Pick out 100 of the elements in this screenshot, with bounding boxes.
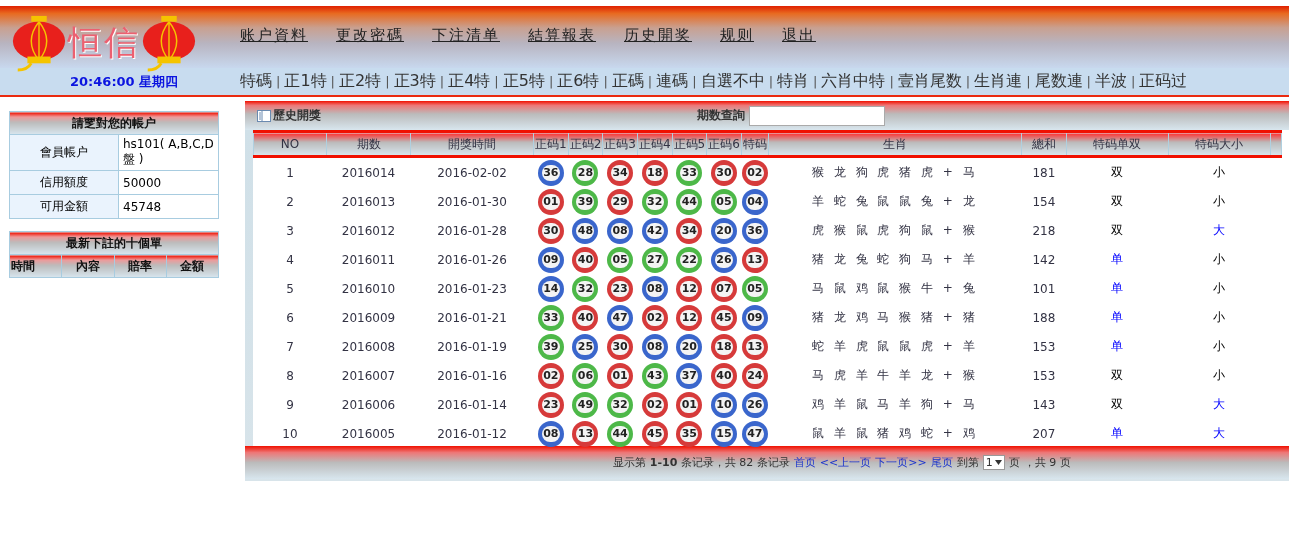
lottery-ball: 14 (537, 275, 564, 302)
table-cell-text: 2016006 (340, 396, 397, 414)
table-cell-text: 小 (1212, 338, 1227, 355)
pager-link[interactable]: <<上一页 (819, 455, 872, 470)
table-cell-text: 双 (1110, 367, 1125, 384)
lottery-ball: 47 (741, 420, 768, 447)
account-title: 請覂對您的帳户 (9, 111, 219, 135)
table-cell-text: 2016012 (340, 222, 397, 240)
table-cell: 猴 龙 狗 虎 猪 虎 + 马 (768, 156, 1022, 187)
table-cell: 马 鼠 鸡 鼠 猴 牛 + 兔 (768, 274, 1022, 303)
separator-text: | (889, 74, 894, 89)
page-select[interactable]: 1 (982, 455, 1005, 470)
category-link[interactable]: 正3特 (393, 71, 436, 92)
page-total: ，共 9 页 (1023, 455, 1071, 470)
table-cell-text: 2016-01-23 (436, 280, 508, 298)
table-cell-text: 双 (1110, 396, 1125, 413)
category-link[interactable]: 正5特 (502, 71, 545, 92)
table-cell-text: 单 (1110, 280, 1125, 297)
table-cell-text: 2016-01-16 (436, 367, 508, 385)
category-link[interactable]: 正1特 (284, 71, 327, 92)
lottery-ball: 39 (537, 333, 564, 360)
category-link[interactable]: 正码过 (1139, 71, 1188, 92)
lottery-ball: 05 (711, 188, 737, 215)
lottery-ball: 40 (711, 362, 737, 389)
lottery-ball: 48 (572, 217, 599, 244)
nav-link[interactable]: 退出 (782, 26, 816, 45)
column-header: NO (253, 131, 327, 157)
category-link[interactable]: 尾数連 (1034, 71, 1083, 92)
lottery-ball: 18 (711, 333, 737, 360)
table-cell: 鸡 羊 鼠 马 羊 狗 + 马 (768, 390, 1022, 419)
pager-link[interactable]: 下一页>> (875, 455, 927, 470)
separator-text: | (603, 74, 608, 89)
nav-link[interactable]: 結算報表 (528, 26, 596, 45)
category-link[interactable]: 六肖中特 (821, 71, 886, 92)
pager-link[interactable]: 尾页 (930, 455, 953, 470)
lottery-ball: 45 (711, 304, 737, 331)
column-header: 正码1 (533, 131, 569, 157)
table-cell: 1 (253, 156, 327, 187)
category-link[interactable]: 特碼 (240, 71, 272, 92)
column-header: 正码5 (672, 131, 707, 157)
separator-text: | (548, 74, 554, 89)
table-cell-text: 单 (1110, 425, 1125, 442)
column-header: 正码3 (602, 131, 638, 157)
account-label: 會員帳户 (9, 134, 119, 171)
lottery-ball: 36 (537, 159, 564, 186)
table-cell-text: 2016-01-30 (436, 193, 508, 211)
lottery-ball: 01 (537, 188, 564, 215)
lottery-ball: 15 (711, 420, 737, 447)
nav-link[interactable]: 历史開奖 (624, 26, 692, 45)
category-link[interactable]: 半波 (1095, 71, 1127, 92)
table-cell-text: 8 (285, 367, 295, 385)
logo-text: 恒信 (68, 21, 140, 64)
lottery-ball: 02 (537, 362, 564, 389)
category-link[interactable]: 特肖 (777, 71, 810, 92)
lottery-ball: 13 (741, 333, 768, 360)
goto-label: 到第 (956, 455, 979, 470)
clock-text: 20:46:00 星期四 (69, 72, 180, 91)
account-value: 45748 (118, 194, 219, 219)
nav-link[interactable]: 更改密碼 (336, 26, 404, 45)
table-cell-text: 153 (1031, 367, 1057, 385)
nav-link[interactable]: 下注清单 (432, 26, 500, 45)
column-header: 特码单双 (1066, 131, 1169, 157)
column-header: 正码6 (706, 131, 742, 157)
table-cell: 羊 蛇 兔 鼠 鼠 兔 + 龙 (768, 187, 1022, 216)
pager-link[interactable]: 首页 (793, 455, 816, 470)
lottery-ball: 09 (537, 246, 564, 273)
table-cell-text: 2016-01-26 (436, 251, 508, 269)
table-cell-text: 188 (1031, 309, 1057, 327)
separator-text: | (647, 74, 653, 89)
category-link[interactable]: 正2特 (338, 71, 382, 92)
period-search-field[interactable] (749, 105, 885, 126)
caret-icon (994, 460, 1002, 465)
lottery-ball: 07 (711, 275, 737, 302)
table-cell-text: 2016011 (340, 251, 397, 269)
column-header: 總和 (1021, 131, 1067, 157)
table-cell-text: 2016008 (340, 338, 397, 356)
lottery-ball: 40 (572, 304, 599, 331)
lottery-ball: 29 (607, 188, 634, 215)
category-link[interactable]: 正碼 (611, 71, 644, 92)
table-cell-text: 2 (285, 193, 295, 211)
category-link[interactable]: 壹肖尾数 (897, 71, 962, 92)
table-cell-text: 153 (1031, 338, 1057, 356)
nav-link[interactable]: 账户資料 (240, 26, 308, 45)
table-cell-text: 2016-01-19 (436, 338, 508, 356)
category-link[interactable]: 正4特 (448, 71, 491, 92)
table-cell-text: 154 (1031, 193, 1057, 211)
category-link[interactable]: 生肖連 (974, 71, 1023, 92)
category-link[interactable]: 連碼 (656, 71, 689, 92)
table-cell: 猪 龙 鸡 马 猴 猪 + 猪 (768, 303, 1022, 332)
table-cell-text: 双 (1110, 222, 1125, 239)
nav-link[interactable]: 规则 (720, 26, 754, 45)
lottery-ball: 27 (641, 246, 668, 273)
table-cell-text: 2016007 (340, 367, 397, 385)
lottery-ball: 08 (537, 420, 564, 447)
category-link[interactable]: 正6特 (557, 71, 600, 92)
lottery-ball: 34 (676, 217, 703, 244)
category-link[interactable]: 自選不中 (700, 71, 765, 92)
table-cell-text: 7 (285, 338, 295, 356)
account-value: 50000 (118, 170, 219, 195)
lottery-ball: 32 (607, 391, 634, 418)
